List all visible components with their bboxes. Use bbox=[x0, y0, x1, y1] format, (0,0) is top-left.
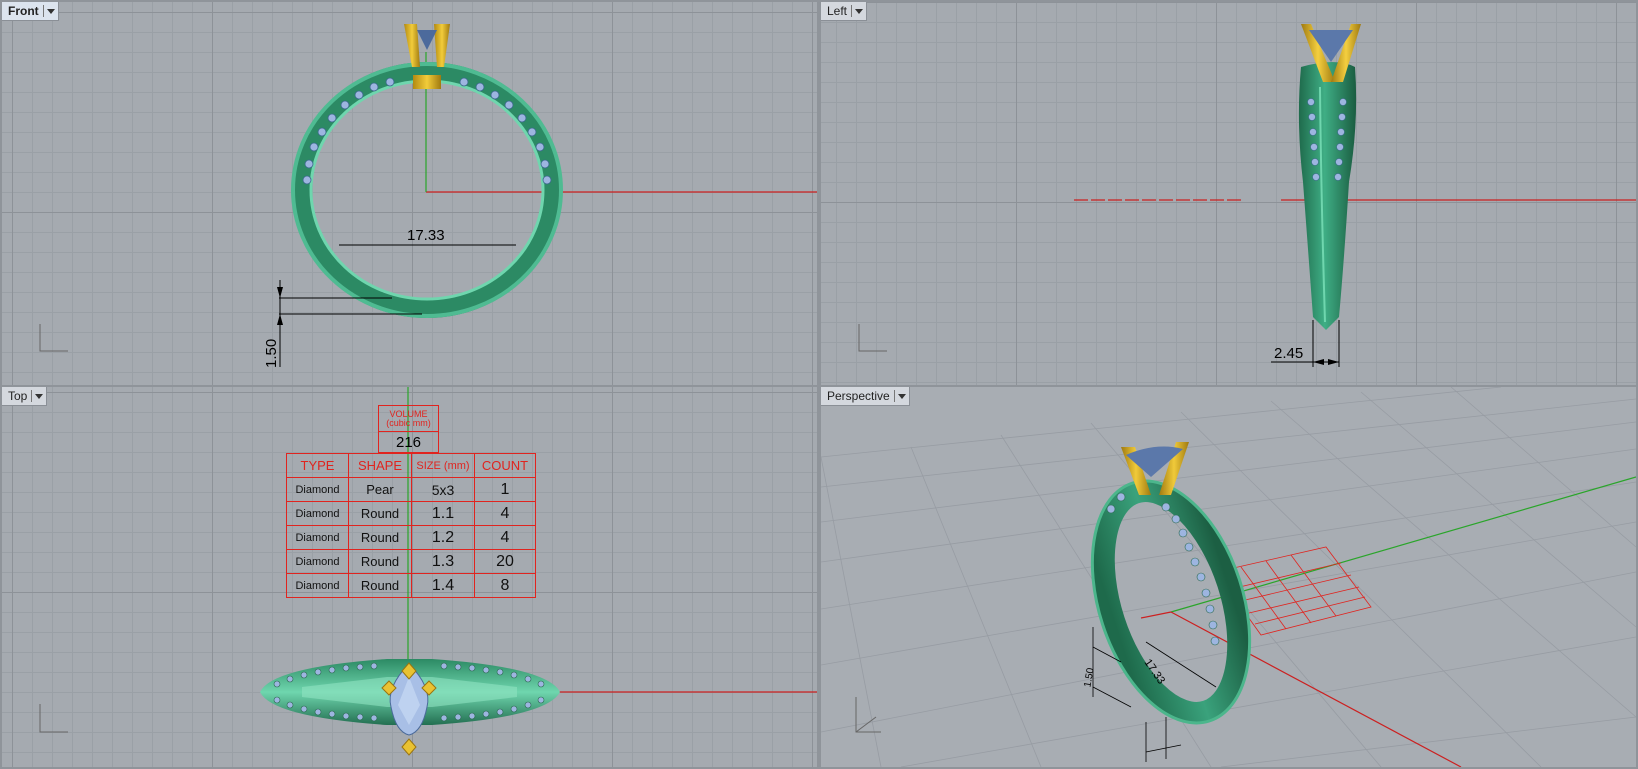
viewport-perspective[interactable]: Perspective 17.33 1.50 bbox=[821, 387, 1636, 767]
cell-count: 4 bbox=[474, 501, 536, 526]
cell-type: Diamond bbox=[286, 501, 349, 526]
dimension-width: 17.33 bbox=[407, 227, 445, 244]
table-row: Diamond Round 1.2 4 bbox=[286, 525, 536, 550]
viewport-tab-front[interactable]: Front bbox=[2, 2, 59, 21]
axis-gizmo bbox=[39, 704, 68, 733]
perspective-canvas: 17.33 1.50 bbox=[821, 387, 1636, 767]
volume-box: VOLUME (cubic mm) 216 bbox=[378, 405, 439, 453]
cell-size: 5x3 bbox=[411, 477, 475, 502]
cell-size: 1.2 bbox=[411, 525, 475, 550]
table-header-row: TYPE SHAPE SIZE (mm) COUNT bbox=[286, 453, 536, 478]
left-view-canvas: 2.45 bbox=[858, 24, 1636, 367]
cell-size: 1.1 bbox=[411, 501, 475, 526]
viewport-left[interactable]: Left 2.45 bbox=[821, 2, 1636, 385]
cell-count: 8 bbox=[474, 573, 536, 598]
ring-band bbox=[292, 62, 562, 318]
dimension-height-perspective: 1.50 bbox=[1082, 667, 1096, 689]
chevron-down-icon[interactable] bbox=[31, 390, 44, 402]
stone-table: TYPE SHAPE SIZE (mm) COUNT Diamond Pear … bbox=[286, 453, 536, 598]
col-header-type: TYPE bbox=[286, 453, 349, 478]
cell-shape: Round bbox=[348, 573, 412, 598]
ring-band-perspective bbox=[1092, 480, 1250, 724]
cell-type: Diamond bbox=[286, 549, 349, 574]
cell-count: 20 bbox=[474, 549, 536, 574]
viewport-tab-perspective[interactable]: Perspective bbox=[821, 387, 910, 406]
viewport-label: Front bbox=[8, 4, 39, 18]
table-row: Diamond Round 1.3 20 bbox=[286, 549, 536, 574]
chevron-down-icon[interactable] bbox=[851, 5, 864, 17]
cell-count: 1 bbox=[474, 477, 536, 502]
setting-base bbox=[413, 75, 441, 89]
table-row: Diamond Round 1.1 4 bbox=[286, 501, 536, 526]
front-view-canvas: 17.33 1.50 bbox=[39, 24, 817, 368]
cell-type: Diamond bbox=[286, 573, 349, 598]
axis-gizmo bbox=[858, 324, 887, 352]
col-header-count: COUNT bbox=[474, 453, 536, 478]
cell-shape: Round bbox=[348, 501, 412, 526]
cell-count: 4 bbox=[474, 525, 536, 550]
cell-size: 1.3 bbox=[411, 549, 475, 574]
axis-gizmo bbox=[39, 324, 68, 352]
table-row: Diamond Pear 5x3 1 bbox=[286, 477, 536, 502]
cell-shape: Pear bbox=[348, 477, 412, 502]
cell-shape: Round bbox=[348, 549, 412, 574]
volume-unit: (cubic mm) bbox=[386, 417, 431, 428]
viewport-tab-top[interactable]: Top bbox=[2, 387, 48, 406]
cell-type: Diamond bbox=[286, 477, 349, 502]
col-header-shape: SHAPE bbox=[348, 453, 412, 478]
viewport-top[interactable]: Top VOLUME (cubic mm) 216 TYPE SHAPE SIZ… bbox=[2, 387, 817, 767]
cell-type: Diamond bbox=[286, 525, 349, 550]
viewport-label: Left bbox=[827, 4, 848, 18]
dimension-height: 1.50 bbox=[263, 339, 280, 368]
viewport-label: Top bbox=[8, 389, 28, 403]
volume-value: 216 bbox=[378, 431, 439, 453]
viewport-label: Perspective bbox=[827, 389, 890, 403]
col-header-size: SIZE (mm) bbox=[411, 453, 475, 478]
cell-shape: Round bbox=[348, 525, 412, 550]
chevron-down-icon[interactable] bbox=[893, 390, 906, 402]
chevron-down-icon[interactable] bbox=[42, 5, 55, 17]
table-row: Diamond Round 1.4 8 bbox=[286, 573, 536, 598]
center-stone bbox=[417, 30, 437, 50]
viewport-front[interactable]: Front 17.33 1.50 bbox=[2, 2, 817, 385]
cell-size: 1.4 bbox=[411, 573, 475, 598]
viewport-tab-left[interactable]: Left bbox=[821, 2, 868, 21]
dimension-width: 2.45 bbox=[1274, 345, 1303, 362]
